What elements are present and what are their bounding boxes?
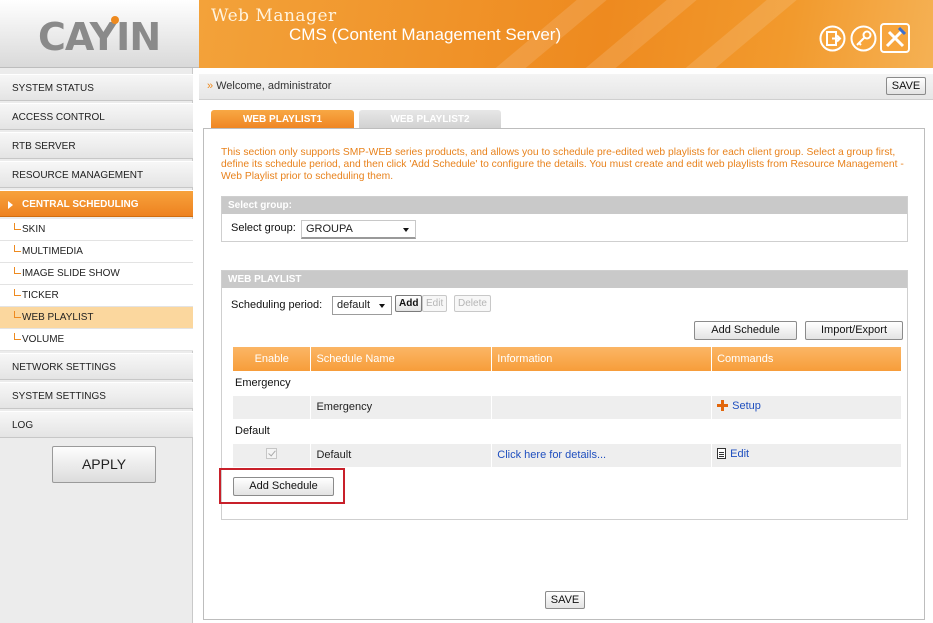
corner-arrow-icon [14,311,21,318]
schedule-name-cell: Default [310,443,493,468]
app-subtitle: CMS (Content Management Server) [289,25,562,44]
bullet-icon: » [207,80,214,92]
sidebar-item-label: RTB SERVER [12,141,76,152]
group-select-value: GROUPA [306,223,353,235]
group-section-header: Select group: [222,197,907,215]
sidebar-subitem-label: MULTIMEDIA [22,246,83,257]
group-title-default: Default [233,419,902,444]
tab-web-playlist2[interactable]: WEB PLAYLIST2 [359,110,501,130]
group-label: Select group: [231,222,296,234]
sidebar-item-resource-management[interactable]: RESOURCE MANAGEMENT [0,161,193,188]
table-header-row: Enable Schedule Name Information Command… [233,347,902,371]
document-edit-icon [717,448,727,460]
sidebar-item-system-status[interactable]: SYSTEM STATUS [0,74,193,101]
enable-checkbox[interactable] [266,448,278,459]
save-button-bottom[interactable]: SAVE [545,591,585,609]
table-group-row: Emergency [233,371,902,396]
arrow-right-icon [8,201,13,209]
corner-arrow-icon [14,289,21,296]
column-header-commands: Commands [711,347,902,371]
corner-arrow-icon [14,223,21,230]
key-icon[interactable] [850,25,877,52]
table-group-row: Default [233,419,902,444]
column-header-enable: Enable [233,347,312,371]
import-export-button[interactable]: Import/Export [805,321,903,340]
period-select-value: default [337,299,371,311]
plus-icon [717,400,729,412]
sidebar-item-system-settings[interactable]: SYSTEM SETTINGS [0,382,193,409]
sidebar-subitem-skin[interactable]: SKIN [0,219,193,241]
apply-button[interactable]: APPLY [52,446,156,483]
sidebar-item-rtb-server[interactable]: RTB SERVER [0,132,193,159]
sidebar-subitem-web-playlist[interactable]: WEB PLAYLIST [0,307,193,329]
sidebar-subitem-ticker[interactable]: TICKER [0,285,193,307]
tools-icon[interactable] [879,22,911,54]
sidebar-item-label: CENTRAL SCHEDULING [22,199,139,210]
sidebar-item-label: LOG [12,420,34,431]
add-schedule-button-top[interactable]: Add Schedule [694,321,797,340]
tab-web-playlist1[interactable]: WEB PLAYLIST1 [211,110,354,130]
table-row: Emergency Setup [233,395,902,420]
welcome-text: Welcome, administrator [216,80,332,92]
sidebar-subitem-multimedia[interactable]: MULTIMEDIA [0,241,193,263]
chevron-down-icon [379,304,385,308]
app-title: Web Manager [211,6,337,26]
cayin-logo: CAYIN [38,16,161,56]
sidebar-item-label: NETWORK SETTINGS [12,362,116,373]
sidebar-item-network-settings[interactable]: NETWORK SETTINGS [0,353,193,380]
setup-command[interactable]: Setup [717,400,761,412]
setup-link[interactable]: Setup [732,400,761,412]
logo-area: CAYIN [0,0,199,68]
sidebar: SYSTEM STATUS ACCESS CONTROL RTB SERVER … [0,68,193,623]
sidebar-subitem-label: VOLUME [22,334,65,345]
edit-period-button[interactable]: Edit [422,295,448,312]
table-row: Default Click here for details... Edit [233,443,902,468]
schedule-table: Enable Schedule Name Information Command… [233,347,902,468]
sidebar-subitem-volume[interactable]: VOLUME [0,329,193,351]
sidebar-subitem-label: SKIN [22,224,46,235]
edit-command[interactable]: Edit [717,448,749,460]
corner-arrow-icon [14,333,21,340]
sidebar-item-log[interactable]: LOG [0,411,193,438]
sidebar-item-central-scheduling[interactable]: CENTRAL SCHEDULING [0,190,193,217]
column-header-schedule-name: Schedule Name [310,347,493,371]
schedule-name-cell: Emergency [310,395,493,420]
sidebar-item-label: ACCESS CONTROL [12,112,105,123]
add-period-button[interactable]: Add [395,295,423,312]
sidebar-item-label: RESOURCE MANAGEMENT [12,170,144,181]
sidebar-subitem-label: IMAGE SLIDE SHOW [22,268,120,279]
edit-link[interactable]: Edit [730,448,749,460]
web-playlist-section-header: WEB PLAYLIST [222,271,907,289]
information-cell: Click here for details... [491,443,713,468]
sidebar-item-access-control[interactable]: ACCESS CONTROL [0,103,193,130]
sidebar-subitem-label: WEB PLAYLIST [22,312,94,323]
add-schedule-button-bottom[interactable]: Add Schedule [233,477,334,496]
header-banner: Web Manager CMS (Content Management Serv… [199,0,933,68]
sidebar-item-label: SYSTEM STATUS [12,83,94,94]
delete-period-button[interactable]: Delete [454,295,491,312]
corner-arrow-icon [14,267,21,274]
sidebar-subitem-image-slide-show[interactable]: IMAGE SLIDE SHOW [0,263,193,285]
save-button-top[interactable]: SAVE [886,77,926,95]
welcome-message: » Welcome, administrator [207,80,331,92]
scheduling-period-select[interactable]: default [332,296,392,315]
commands-cell: Edit [711,443,902,468]
svg-text:CAYIN: CAYIN [38,16,160,56]
chevron-down-icon [403,228,409,232]
details-link[interactable]: Click here for details... [497,449,606,461]
group-select[interactable]: GROUPA [301,220,416,239]
information-cell [491,395,713,420]
logout-icon[interactable] [819,25,846,52]
corner-arrow-icon [14,245,21,252]
scheduling-period-label: Scheduling period: [231,299,323,311]
sidebar-item-label: SYSTEM SETTINGS [12,391,106,402]
group-title-emergency: Emergency [233,371,902,396]
column-header-information: Information [491,347,713,371]
welcome-bar: » Welcome, administrator [199,74,933,100]
intro-description: This section only supports SMP-WEB serie… [221,147,904,182]
commands-cell: Setup [711,395,902,420]
enable-cell [233,395,312,420]
enable-cell [233,443,312,468]
sidebar-subitem-label: TICKER [22,290,59,301]
